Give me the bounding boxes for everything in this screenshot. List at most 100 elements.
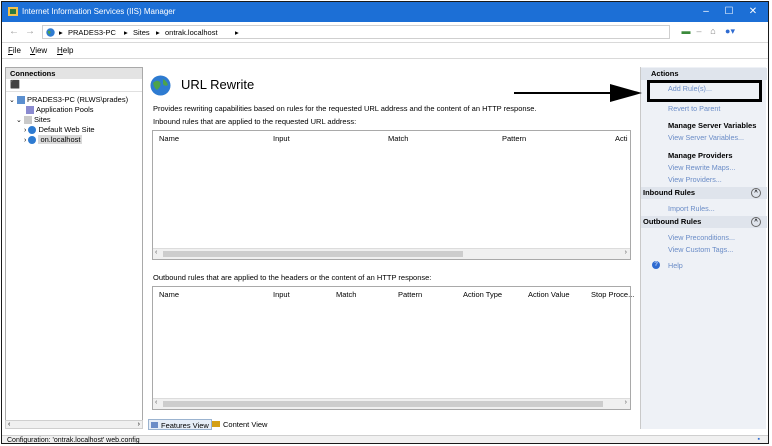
collapse-icon[interactable]: ^ bbox=[751, 188, 761, 198]
feature-description: Provides rewriting capabilities based on… bbox=[153, 104, 537, 113]
features-view-tab[interactable]: Features View bbox=[148, 419, 212, 430]
collapse-icon[interactable]: ^ bbox=[751, 217, 761, 227]
features-view-icon bbox=[151, 422, 158, 428]
server-icon bbox=[16, 96, 25, 105]
status-bar: Configuration: 'ontrak.localhost' web.co… bbox=[2, 435, 768, 444]
page-title: URL Rewrite bbox=[181, 77, 255, 92]
title-bar: Internet Information Services (IIS) Mana… bbox=[2, 2, 768, 22]
chevron-right-icon[interactable]: › bbox=[24, 127, 26, 134]
chevron-down-icon[interactable]: ⌄ bbox=[16, 117, 22, 124]
column-header-action[interactable]: Acti bbox=[615, 134, 628, 143]
inbound-rules-grid[interactable]: Name Input Match Pattern Acti ‹ › bbox=[152, 130, 631, 260]
connections-scrollbar[interactable]: ‹ › bbox=[5, 420, 143, 429]
connections-pane: Connections ⬛ ⌄ PRADES3-PC (RLWS\prades)… bbox=[5, 67, 143, 429]
outbound-rules-grid[interactable]: Name Input Match Pattern Action Type Act… bbox=[152, 286, 634, 410]
breadcrumb-sep-icon: ▸ bbox=[156, 28, 160, 37]
app-pool-icon bbox=[26, 106, 34, 115]
chevron-right-icon[interactable]: › bbox=[24, 137, 26, 144]
annotation-arrow bbox=[514, 84, 642, 102]
view-server-variables-link[interactable]: View Server Variables... bbox=[668, 133, 744, 142]
menu-help[interactable]: Help bbox=[57, 46, 73, 55]
window-title: Internet Information Services (IIS) Mana… bbox=[22, 7, 176, 16]
close-button[interactable]: ✕ bbox=[746, 5, 760, 19]
column-header-pattern[interactable]: Pattern bbox=[502, 134, 526, 143]
maximize-button[interactable]: ☐ bbox=[722, 5, 736, 19]
home-icon[interactable]: ⌂ bbox=[707, 26, 719, 37]
url-rewrite-feature-page: URL Rewrite Provides rewriting capabilit… bbox=[143, 67, 637, 430]
actions-pane: Actions Add Rule(s)... Revert to Parent … bbox=[640, 67, 767, 429]
import-rules-link[interactable]: Import Rules... bbox=[668, 204, 715, 213]
view-providers-link[interactable]: View Providers... bbox=[668, 175, 722, 184]
view-custom-tags-link[interactable]: View Custom Tags... bbox=[668, 245, 733, 254]
menu-bar: File View Help bbox=[2, 43, 768, 59]
column-header-name[interactable]: Name bbox=[159, 134, 179, 143]
column-header-action-type[interactable]: Action Type bbox=[463, 290, 502, 299]
manage-providers-heading: Manage Providers bbox=[668, 151, 733, 160]
scroll-right-icon[interactable]: › bbox=[625, 399, 627, 406]
breadcrumb-sep-icon: ▸ bbox=[235, 28, 239, 37]
view-rewrite-maps-link[interactable]: View Rewrite Maps... bbox=[668, 163, 735, 172]
column-header-input[interactable]: Input bbox=[273, 134, 290, 143]
scroll-left-icon[interactable]: ‹ bbox=[155, 399, 157, 406]
content-view-icon bbox=[212, 421, 220, 427]
breadcrumb-sep-icon: ▸ bbox=[124, 28, 128, 37]
help-dropdown-icon[interactable]: ●▾ bbox=[724, 26, 736, 37]
column-header-pattern[interactable]: Pattern bbox=[398, 290, 422, 299]
column-header-match[interactable]: Match bbox=[336, 290, 356, 299]
iis-manager-window: Internet Information Services (IIS) Mana… bbox=[1, 1, 769, 444]
stop-icon[interactable]: – bbox=[695, 26, 703, 37]
breadcrumb-sep-icon: ▸ bbox=[59, 28, 63, 37]
sites-folder-icon bbox=[23, 116, 32, 125]
forward-arrow-icon[interactable]: → bbox=[24, 26, 36, 38]
scrollbar-thumb[interactable] bbox=[163, 251, 463, 257]
column-header-action-value[interactable]: Action Value bbox=[528, 290, 570, 299]
network-icon[interactable]: ▬ bbox=[679, 26, 693, 37]
globe-icon bbox=[46, 28, 55, 37]
column-header-match[interactable]: Match bbox=[388, 134, 408, 143]
network-status-icon: ▪ bbox=[757, 436, 760, 443]
inbound-rules-label: Inbound rules that are applied to the re… bbox=[153, 117, 357, 126]
outbound-horizontal-scrollbar[interactable]: ‹ › bbox=[153, 398, 630, 409]
outbound-rules-label: Outbound rules that are applied to the h… bbox=[153, 273, 432, 282]
tree-default-site[interactable]: › Default Web Site bbox=[24, 125, 95, 135]
breadcrumb-server[interactable]: PRADES3-PC bbox=[68, 28, 116, 37]
menu-view[interactable]: View bbox=[30, 46, 47, 55]
breadcrumb[interactable]: ▸ PRADES3-PC ▸ Sites ▸ ontrak.localhost … bbox=[42, 25, 670, 39]
scroll-left-icon[interactable]: ‹ bbox=[155, 249, 157, 256]
help-icon: ? bbox=[652, 261, 660, 269]
breadcrumb-site[interactable]: ontrak.localhost bbox=[165, 28, 218, 37]
manage-server-variables-heading: Manage Server Variables bbox=[668, 121, 757, 130]
chevron-down-icon[interactable]: ⌄ bbox=[9, 97, 15, 104]
tree-sites[interactable]: ⌄ Sites bbox=[16, 115, 51, 125]
status-text: Configuration: 'ontrak.localhost' web.co… bbox=[7, 437, 140, 444]
scroll-right-icon[interactable]: › bbox=[138, 421, 140, 428]
globe-icon bbox=[28, 126, 37, 135]
connect-icon[interactable]: ⬛ bbox=[10, 80, 20, 89]
help-link[interactable]: Help bbox=[668, 261, 683, 270]
revert-to-parent-link[interactable]: Revert to Parent bbox=[668, 104, 720, 113]
address-bar: ← → ▸ PRADES3-PC ▸ Sites ▸ ontrak.localh… bbox=[2, 22, 768, 43]
scroll-left-icon[interactable]: ‹ bbox=[8, 421, 10, 428]
outbound-rules-section-header[interactable]: Outbound Rules ^ bbox=[641, 216, 767, 228]
back-arrow-icon[interactable]: ← bbox=[8, 26, 20, 38]
url-rewrite-globe-icon bbox=[150, 75, 171, 96]
column-header-input[interactable]: Input bbox=[273, 290, 290, 299]
content-view-tab[interactable]: Content View bbox=[211, 419, 267, 430]
tree-app-pools[interactable]: Application Pools bbox=[26, 105, 94, 115]
inbound-rules-section-header[interactable]: Inbound Rules ^ bbox=[641, 187, 767, 199]
minimize-button[interactable]: – bbox=[699, 5, 713, 19]
connections-toolbar: ⬛ bbox=[6, 79, 142, 92]
column-header-name[interactable]: Name bbox=[159, 290, 179, 299]
inbound-horizontal-scrollbar[interactable]: ‹ › bbox=[153, 248, 630, 259]
column-header-stop-processing[interactable]: Stop Proce... bbox=[591, 290, 634, 299]
iis-app-icon bbox=[8, 7, 18, 16]
view-preconditions-link[interactable]: View Preconditions... bbox=[668, 233, 735, 242]
menu-file[interactable]: File bbox=[8, 46, 21, 55]
scroll-right-icon[interactable]: › bbox=[625, 249, 627, 256]
annotation-highlight-box bbox=[647, 80, 762, 102]
scrollbar-thumb[interactable] bbox=[163, 401, 603, 407]
connections-header: Connections bbox=[6, 68, 142, 79]
tree-server[interactable]: ⌄ PRADES3-PC (RLWS\prades) bbox=[9, 95, 128, 105]
tree-selected-site[interactable]: › on.localhost bbox=[24, 135, 83, 145]
breadcrumb-sites[interactable]: Sites bbox=[133, 28, 150, 37]
